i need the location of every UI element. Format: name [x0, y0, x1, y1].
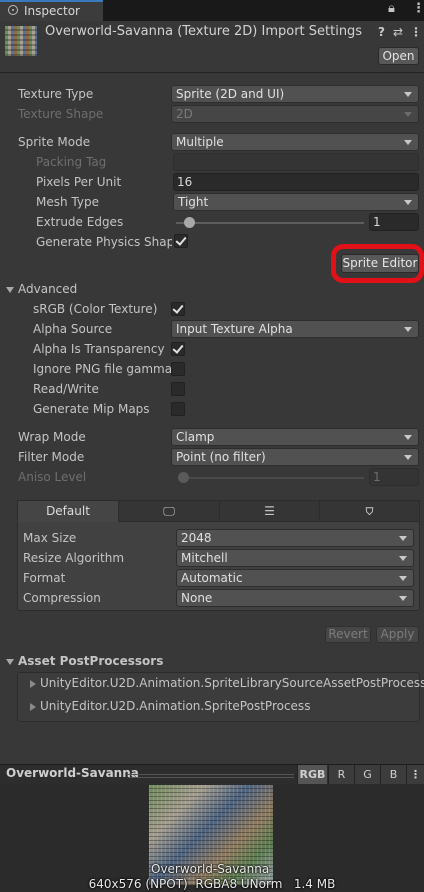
channel-rgb-button[interactable]: RGB	[297, 765, 327, 784]
postprocessor-item[interactable]: UnityEditor.U2D.Animation.SpritePostProc…	[40, 699, 310, 713]
apply-button[interactable]: Apply	[376, 626, 419, 643]
advanced-foldout-arrow-icon[interactable]	[6, 287, 14, 293]
alpha-source-label: Alpha Source	[33, 322, 113, 336]
aniso-level-slider-thumb	[178, 472, 189, 483]
asset-title: Overworld-Savanna (Texture 2D) Import Se…	[45, 24, 363, 39]
resize-algorithm-label: Resize Algorithm	[23, 551, 125, 565]
tab-inspector[interactable]: Inspector	[0, 0, 103, 21]
help-icon[interactable]: ?	[378, 25, 385, 39]
tab-standalone[interactable]: 🖵︎	[118, 500, 220, 522]
extrude-edges-field[interactable]: 1	[369, 213, 419, 231]
srgb-label: sRGB (Color Texture)	[33, 302, 158, 316]
generate-mip-maps-checkbox[interactable]	[171, 402, 185, 416]
header-menu-icon[interactable]: ⋮	[410, 25, 422, 39]
monitor-icon: 🖵︎	[163, 504, 175, 518]
generate-physics-shape-checkbox[interactable]	[174, 234, 188, 248]
texture-shape-label: Texture Shape	[18, 107, 104, 121]
kebab-menu-icon[interactable]: ⋮	[412, 1, 424, 16]
texture-shape-dropdown: 2D	[171, 105, 419, 123]
generate-mip-maps-label: Generate Mip Maps	[33, 402, 150, 416]
pixels-per-unit-label: Pixels Per Unit	[36, 175, 122, 189]
aniso-level-label: Aniso Level	[18, 470, 87, 484]
tab-title: Inspector	[24, 4, 80, 18]
extrude-edges-label: Extrude Edges	[36, 215, 124, 229]
read-write-checkbox[interactable]	[171, 382, 185, 396]
srgb-checkbox[interactable]	[171, 302, 185, 316]
generate-physics-shape-label: Generate Physics Shape	[36, 235, 172, 249]
sprite-editor-button[interactable]: Sprite Editor	[341, 254, 419, 273]
alpha-is-transparency-checkbox[interactable]	[171, 342, 185, 356]
expand-arrow-icon[interactable]	[30, 703, 36, 711]
postprocessor-item[interactable]: UnityEditor.U2D.Animation.SpriteLibraryS…	[40, 676, 424, 690]
max-size-label: Max Size	[23, 531, 77, 545]
filter-mode-label: Filter Mode	[18, 450, 85, 464]
postprocessors-foldout-arrow-icon[interactable]	[6, 659, 14, 665]
format-dropdown[interactable]: Automatic	[176, 569, 414, 587]
aniso-level-slider	[181, 477, 364, 479]
mesh-type-label: Mesh Type	[36, 195, 99, 209]
extrude-edges-slider-thumb[interactable]	[184, 217, 196, 228]
server-icon: ☰	[264, 504, 275, 518]
format-label: Format	[23, 571, 66, 585]
advanced-foldout-label[interactable]: Advanced	[18, 282, 77, 296]
compression-dropdown[interactable]: None	[176, 589, 414, 607]
wrap-mode-dropdown[interactable]: Clamp	[171, 428, 419, 446]
filter-mode-dropdown[interactable]: Point (no filter)	[171, 448, 419, 466]
preview-image-label: Overworld-Savanna	[151, 862, 270, 876]
resize-algorithm-dropdown[interactable]: Mitchell	[176, 549, 414, 567]
lock-icon[interactable]: 🔒︎	[388, 1, 395, 16]
sprite-mode-label: Sprite Mode	[18, 135, 91, 149]
resize-grip[interactable]	[128, 772, 294, 778]
extrude-edges-slider[interactable]	[176, 222, 364, 224]
tab-server[interactable]: ☰	[219, 500, 320, 522]
channel-b-button[interactable]: B	[380, 765, 406, 784]
wrap-mode-label: Wrap Mode	[18, 430, 86, 444]
alpha-is-transparency-label: Alpha Is Transparency	[33, 342, 165, 356]
open-button[interactable]: Open	[378, 47, 419, 65]
sprite-mode-dropdown[interactable]: Multiple	[171, 133, 419, 151]
html5-icon: ⛉	[365, 507, 374, 518]
packing-tag-label: Packing Tag	[36, 155, 107, 169]
packing-tag-field	[173, 153, 419, 171]
max-size-dropdown[interactable]: 2048	[176, 529, 414, 547]
ignore-png-gamma-checkbox[interactable]	[171, 362, 185, 376]
ignore-png-gamma-label: Ignore PNG file gamma	[33, 362, 173, 376]
revert-button[interactable]: Revert	[325, 626, 371, 643]
compression-label: Compression	[23, 591, 101, 605]
pixels-per-unit-field[interactable]: 16	[173, 173, 419, 191]
tab-webgl[interactable]: ⛉	[319, 500, 420, 522]
texture-info: 640x576 (NPOT) RGBA8 UNorm 1.4 MB	[88, 877, 336, 891]
settings-sliders-icon[interactable]: ⇄	[393, 25, 403, 39]
postprocessors-header[interactable]: Asset PostProcessors	[18, 654, 163, 668]
preview-title: Overworld-Savanna	[6, 766, 139, 780]
expand-arrow-icon[interactable]	[30, 680, 36, 688]
info-icon	[8, 5, 18, 15]
read-write-label: Read/Write	[33, 382, 99, 396]
channel-g-button[interactable]: G	[354, 765, 380, 784]
texture-type-dropdown[interactable]: Sprite (2D and UI)	[171, 85, 419, 103]
preview-menu-icon[interactable]: ⋮	[406, 765, 424, 784]
aniso-level-field: 1	[369, 468, 419, 486]
divider	[0, 72, 424, 73]
alpha-source-dropdown[interactable]: Input Texture Alpha	[171, 320, 419, 338]
mesh-type-dropdown[interactable]: Tight	[173, 193, 419, 211]
channel-r-button[interactable]: R	[328, 765, 354, 784]
tab-default[interactable]: Default	[17, 500, 119, 522]
texture-type-label: Texture Type	[18, 87, 94, 101]
texture-thumbnail	[5, 26, 37, 56]
